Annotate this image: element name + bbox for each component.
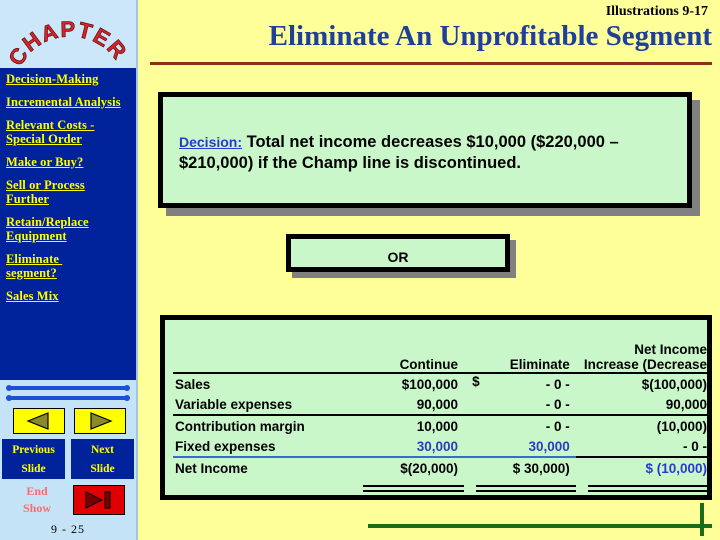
sidebar-item-retain-replace[interactable]: Retain/Replace Equipment: [6, 215, 130, 243]
row-net-income-value: (10,000): [656, 418, 707, 434]
sidebar-item-relevant-costs[interactable]: Relevant Costs - Special Order: [6, 118, 130, 146]
rule-spacer: [173, 478, 351, 498]
illustration-label: Illustrations 9-17: [605, 4, 708, 19]
footer-green-line: [368, 524, 712, 528]
row-label: Net Income: [175, 460, 248, 476]
row-label: Variable expenses: [173, 394, 351, 416]
analysis-table-box: Continue Eliminate Net Income Increase (…: [160, 315, 712, 500]
row-eliminate-value: 30,000: [464, 436, 576, 458]
row-net-income-value: $(100,000): [641, 376, 707, 392]
header-net-income-line2: Increase (Decrease: [583, 357, 707, 372]
double-rule-eliminate: [464, 478, 576, 498]
header-continue: Continue: [350, 342, 465, 374]
sidebar-item-sell-or-process[interactable]: Sell or Process Further: [6, 178, 130, 206]
sidebar-edge-divider: [136, 0, 138, 540]
decision-body: Total net income decreases $10,000 ($220…: [179, 133, 619, 172]
decision-text: Decision: Total net income decreases $10…: [179, 132, 677, 174]
or-box: OR: [286, 234, 510, 272]
sidebar-item-make-or-buy[interactable]: Make or Buy?: [6, 155, 130, 169]
sidebar: CHAPTER Decision-Making Incremental Anal…: [0, 0, 138, 540]
row-continue-value: 30,000: [350, 436, 465, 458]
sidebar-item-incremental-analysis[interactable]: Incremental Analysis: [6, 95, 130, 109]
decorative-rail-bottom: [6, 395, 130, 401]
page-title: Eliminate An Unprofitable Segment: [268, 20, 712, 52]
table-row: Sales $100,000 $ - 0 - $(100,000): [173, 373, 707, 394]
row-continue-value: 10,000: [416, 418, 459, 434]
footer-green-tick: [700, 503, 704, 536]
sidebar-item-sales-mix[interactable]: Sales Mix: [6, 289, 130, 303]
svg-text:CHAPTER: CHAPTER: [3, 16, 132, 68]
slide-number: 9 - 25: [51, 522, 85, 536]
next-arrow-button[interactable]: [74, 408, 126, 434]
row-continue-value: $(20,000): [400, 460, 459, 476]
slide-controls: Previous Slide Next Slide End Show 9 - 2…: [0, 380, 136, 540]
row-eliminate-value: $ - 0 -: [464, 373, 576, 394]
decision-label: Decision:: [179, 134, 243, 150]
row-eliminate-number: - 0 -: [545, 376, 570, 392]
row-label: Contribution margin: [175, 418, 305, 434]
chapter-arc-text-icon: CHAPTER: [3, 16, 132, 68]
decorative-rail-top: [6, 385, 130, 391]
row-continue-value: $100,000: [401, 376, 459, 392]
triangle-right-icon: [90, 412, 113, 430]
table-row: Variable expenses 90,000 - 0 - 90,000: [173, 394, 707, 416]
row-net-income-value: - 0 -: [575, 436, 707, 458]
end-show-button[interactable]: [73, 485, 125, 515]
incremental-analysis-table: Continue Eliminate Net Income Increase (…: [173, 342, 707, 498]
header-net-income: Net Income Increase (Decrease: [575, 342, 707, 374]
title-underline-rule: [150, 62, 712, 65]
or-label: OR: [387, 249, 409, 265]
chapter-logo: CHAPTER: [0, 0, 136, 68]
row-eliminate-value: - 0 -: [464, 394, 576, 416]
sidebar-nav-panel: Decision-Making Incremental Analysis Rel…: [0, 68, 136, 380]
row-continue-value: 90,000: [350, 394, 465, 416]
dollar-sign: $: [472, 374, 480, 389]
table-total-rule-row: [173, 478, 707, 498]
double-rule-net-income: [576, 478, 707, 498]
table-row: Net Income $(20,000) $ 30,000) $ (10,000…: [173, 457, 707, 478]
row-net-income-value: $ (10,000): [645, 460, 707, 476]
row-eliminate-value: - 0 -: [545, 418, 570, 434]
table-row: Contribution margin 10,000 - 0 - (10,000…: [173, 415, 707, 436]
header-net-income-line1: Net Income: [634, 342, 707, 357]
header-label-blank: [173, 342, 351, 374]
row-label: Fixed expenses: [173, 436, 351, 458]
row-net-income-value: 90,000: [575, 394, 707, 416]
end-show-label: End Show: [22, 484, 51, 515]
row-label: Sales: [175, 376, 211, 392]
next-slide-button[interactable]: Next Slide: [71, 439, 134, 479]
previous-arrow-button[interactable]: [13, 408, 65, 434]
double-rule-continue: [351, 478, 465, 498]
decision-box: Decision: Total net income decreases $10…: [158, 92, 692, 208]
header-eliminate: Eliminate: [464, 342, 576, 374]
skip-to-end-icon: [85, 491, 111, 509]
table-row: Fixed expenses 30,000 30,000 - 0 -: [173, 436, 707, 458]
previous-slide-button[interactable]: Previous Slide: [2, 439, 65, 479]
table-header-row: Continue Eliminate Net Income Increase (…: [173, 342, 707, 374]
triangle-left-icon: [26, 412, 49, 430]
sidebar-item-decision-making[interactable]: Decision-Making: [6, 72, 130, 86]
sidebar-item-eliminate-segment[interactable]: Eliminate segment?: [6, 252, 130, 280]
row-eliminate-value: $ 30,000): [512, 460, 570, 476]
